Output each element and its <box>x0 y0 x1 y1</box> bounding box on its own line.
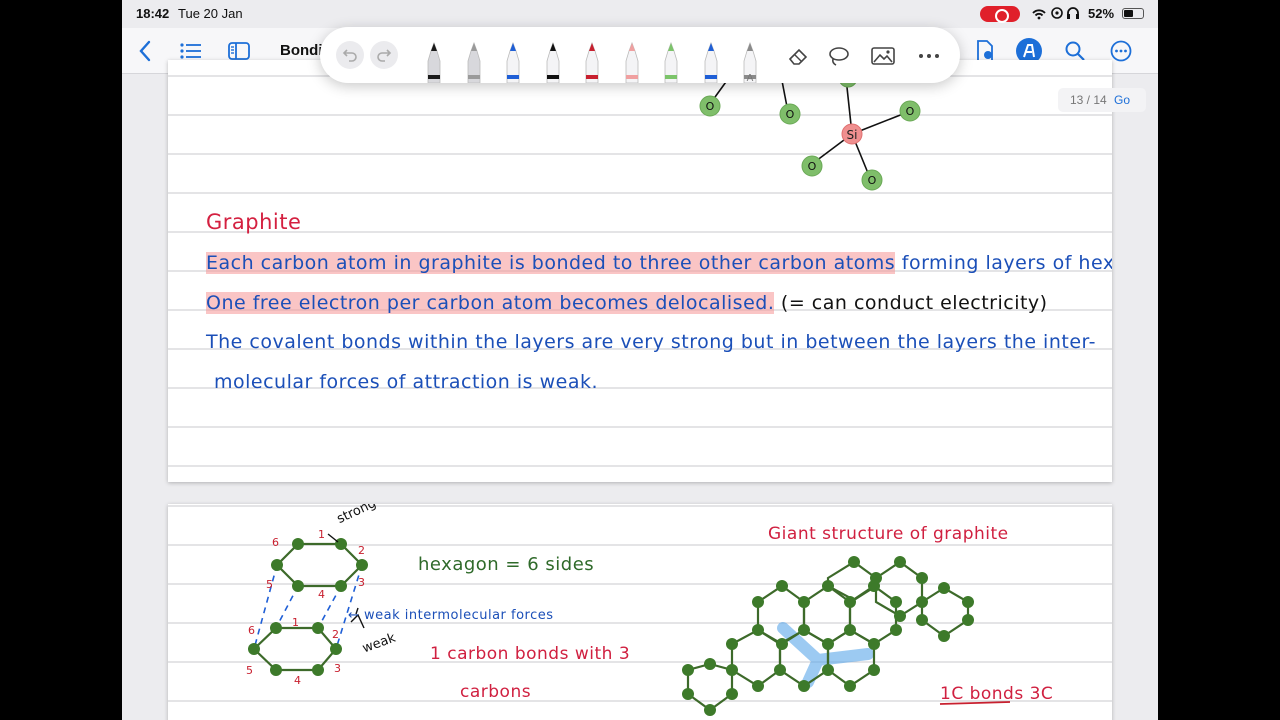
highlighter-pink-tool[interactable] <box>622 39 642 84</box>
redo-button[interactable] <box>370 41 398 69</box>
battery-icon <box>1122 8 1144 19</box>
ipad-screen: 18:42 Tue 20 Jan 52% Bondi O O O O O Si … <box>122 0 1158 720</box>
status-time: 18:42 <box>136 6 170 21</box>
page-indicator: 13 / 14 Go <box>1058 88 1146 112</box>
toolbar-more-button[interactable] <box>914 41 944 71</box>
oxygen-atom-label: O <box>868 174 877 187</box>
oxygen-atom-label: O <box>906 105 915 118</box>
oxygen-atom-label: O <box>808 160 817 173</box>
search-icon <box>1065 41 1085 61</box>
ballpoint-black-icon <box>546 41 559 84</box>
text-line-4: molecular forces of attraction is weak. <box>214 371 599 393</box>
fountain-pen-gray-icon <box>467 41 480 84</box>
back-button[interactable] <box>128 34 162 68</box>
lasso-button[interactable] <box>824 41 854 71</box>
brush-blue-icon <box>704 41 717 84</box>
text-line-1: Each carbon atom in graphite is bonded t… <box>206 252 1112 274</box>
giant-graphite-lattice <box>682 556 1011 716</box>
highlighted-text: One free electron per carbon atom become… <box>206 292 775 314</box>
highlighter-green-tool[interactable] <box>661 39 681 84</box>
ballpoint-blue-tool[interactable] <box>503 39 523 84</box>
image-icon <box>871 47 895 65</box>
go-to-page-button[interactable]: Go <box>1114 93 1130 107</box>
undo-icon <box>342 49 357 62</box>
oxygen-atom-label: O <box>706 100 715 113</box>
sidebar-icon <box>228 42 250 60</box>
list-icon <box>180 43 201 59</box>
ballpoint-black-tool[interactable] <box>543 39 563 84</box>
brush-blue-tool[interactable] <box>701 39 721 84</box>
highlighter-pink-icon <box>625 41 638 84</box>
chevron-left-icon <box>139 40 151 62</box>
status-date: Tue 20 Jan <box>178 6 243 21</box>
side-note: (= can conduct electricity) <box>774 292 1048 314</box>
fineliner-red-icon <box>585 41 599 84</box>
text-continuation: forming layers of hexagons. <box>901 252 1112 274</box>
document-title[interactable]: Bondi <box>280 42 323 59</box>
fountain-pen-gray-tool[interactable] <box>464 39 484 84</box>
fineliner-red-tool[interactable] <box>582 39 602 84</box>
location-icon <box>1051 7 1063 19</box>
pen-label: A <box>746 73 754 84</box>
screen-recording-icon[interactable] <box>980 6 1020 23</box>
headphones-icon <box>1067 7 1079 19</box>
highlighter-green-icon <box>664 41 678 84</box>
page-number: 13 / 14 <box>1070 93 1107 107</box>
eraser-button[interactable] <box>784 41 814 71</box>
pencil-gray-tool[interactable]: A <box>740 39 760 84</box>
notebook-page-14[interactable]: strong weak 6 1 2 3 4 5 6 1 2 3 4 5 hexa… <box>168 504 1112 720</box>
lasso-icon <box>829 47 849 66</box>
text-line-2: One free electron per carbon atom become… <box>206 292 1048 314</box>
redo-icon <box>377 49 392 62</box>
fountain-pen-black-tool[interactable] <box>424 39 444 84</box>
notebook-page-13[interactable]: O O O O O Si Graphite Each carbon atom i… <box>168 60 1112 482</box>
section-heading: Graphite <box>206 210 302 234</box>
drawing-toolbar: A <box>320 27 960 84</box>
status-bar: 18:42 Tue 20 Jan 52% <box>122 0 1158 28</box>
highlighted-text: Each carbon atom in graphite is bonded t… <box>206 252 896 274</box>
ballpoint-blue-icon <box>506 41 520 84</box>
battery-percentage: 52% <box>1088 6 1115 21</box>
eraser-icon <box>788 48 808 65</box>
ellipsis-icon <box>919 54 939 58</box>
silicon-atom-label: Si <box>847 128 858 142</box>
wifi-icon <box>1032 9 1046 20</box>
text-line-3: The covalent bonds within the layers are… <box>206 331 1096 353</box>
oxygen-atom-label: O <box>786 108 795 121</box>
undo-button[interactable] <box>336 41 364 69</box>
more-circle-icon <box>1110 40 1132 62</box>
image-button[interactable] <box>868 41 898 71</box>
fountain-pen-black-icon <box>427 41 441 84</box>
